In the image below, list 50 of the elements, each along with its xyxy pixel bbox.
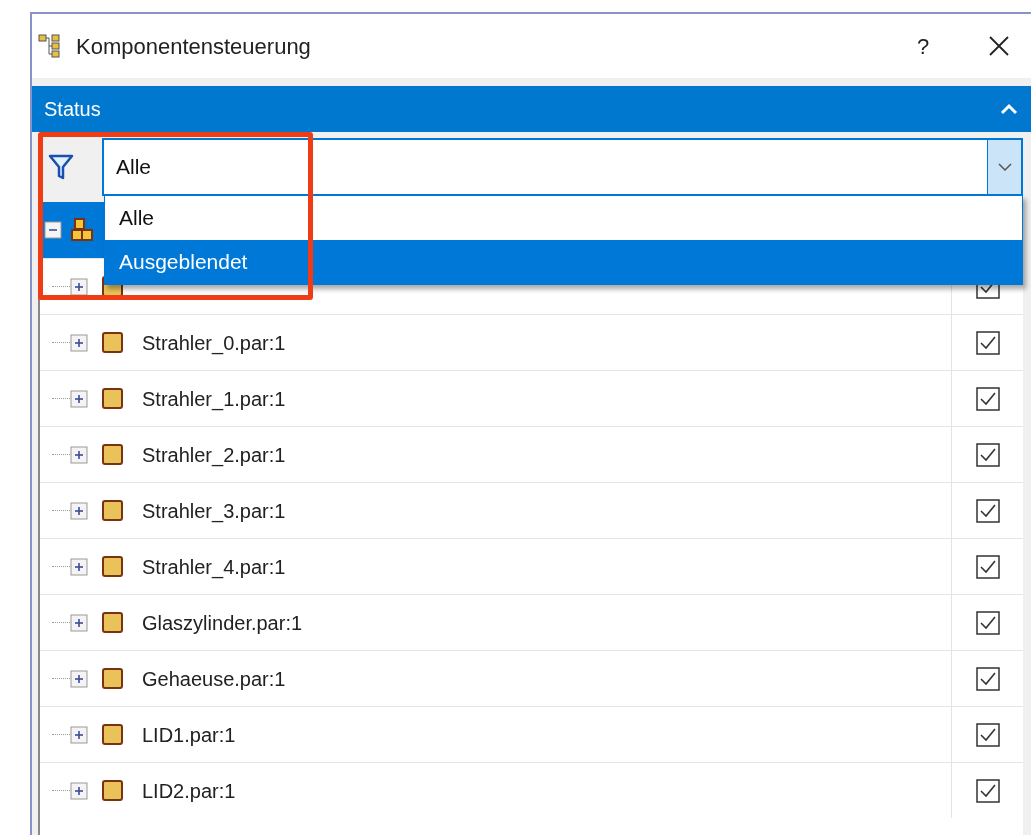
collapse-icon[interactable] <box>44 221 62 239</box>
component-name[interactable]: Strahler_4.par:1 <box>142 551 286 582</box>
status-panel-header[interactable]: Status <box>32 86 1031 132</box>
visibility-checkbox[interactable] <box>975 330 1000 355</box>
visibility-checkbox[interactable] <box>975 386 1000 411</box>
component-name[interactable]: Strahler_0.par:1 <box>142 327 286 358</box>
assembly-icon <box>70 217 96 243</box>
component-name[interactable]: Strahler_2.par:1 <box>142 439 286 470</box>
expand-icon[interactable] <box>70 725 88 744</box>
expand-icon[interactable] <box>70 781 88 800</box>
component-name[interactable]: LID2.par:1 <box>142 775 236 806</box>
component-name[interactable]: Glaszylinder.par:1 <box>142 607 303 638</box>
component-name[interactable]: LID1.par:1 <box>142 719 236 750</box>
help-button[interactable]: ? <box>903 29 943 63</box>
expand-icon[interactable] <box>70 333 88 352</box>
close-icon[interactable] <box>987 34 1011 58</box>
part-icon <box>102 555 124 578</box>
expand-icon[interactable] <box>70 445 88 464</box>
part-icon <box>102 779 124 802</box>
visibility-checkbox[interactable] <box>975 610 1000 635</box>
part-icon <box>102 667 124 690</box>
visibility-checkbox[interactable] <box>975 554 1000 579</box>
expand-icon[interactable] <box>70 557 88 576</box>
expand-icon[interactable] <box>70 669 88 688</box>
component-name[interactable]: Strahler_3.par:1 <box>142 495 286 526</box>
expand-icon[interactable] <box>70 613 88 632</box>
panel-title: Status <box>44 97 102 122</box>
expand-icon[interactable] <box>70 389 88 408</box>
status-filter-dropdown[interactable]: Alle <box>102 138 1023 196</box>
part-icon <box>102 387 124 410</box>
part-icon <box>102 331 124 354</box>
visibility-checkbox[interactable] <box>975 498 1000 523</box>
component-name[interactable]: Strahler_1.par:1 <box>142 383 286 414</box>
window-title: Komponentensteuerung <box>76 32 312 61</box>
chevron-up-icon[interactable] <box>999 102 1019 116</box>
chevron-down-icon <box>996 162 1013 172</box>
filter-icon[interactable] <box>48 153 74 181</box>
part-icon <box>102 443 124 466</box>
expand-icon[interactable] <box>70 277 88 296</box>
expand-icon[interactable] <box>70 501 88 520</box>
visibility-checkbox[interactable] <box>975 442 1000 467</box>
component-name[interactable]: Gehaeuse.par:1 <box>142 663 286 694</box>
part-icon <box>102 723 124 746</box>
dropdown-option[interactable]: Alle <box>105 196 1022 240</box>
visibility-checkbox[interactable] <box>975 778 1000 803</box>
dropdown-option[interactable]: Ausgeblendet <box>105 240 1022 284</box>
part-icon <box>102 611 124 634</box>
visibility-checkbox[interactable] <box>975 666 1000 691</box>
visibility-checkbox[interactable] <box>975 722 1000 747</box>
part-icon <box>102 499 124 522</box>
